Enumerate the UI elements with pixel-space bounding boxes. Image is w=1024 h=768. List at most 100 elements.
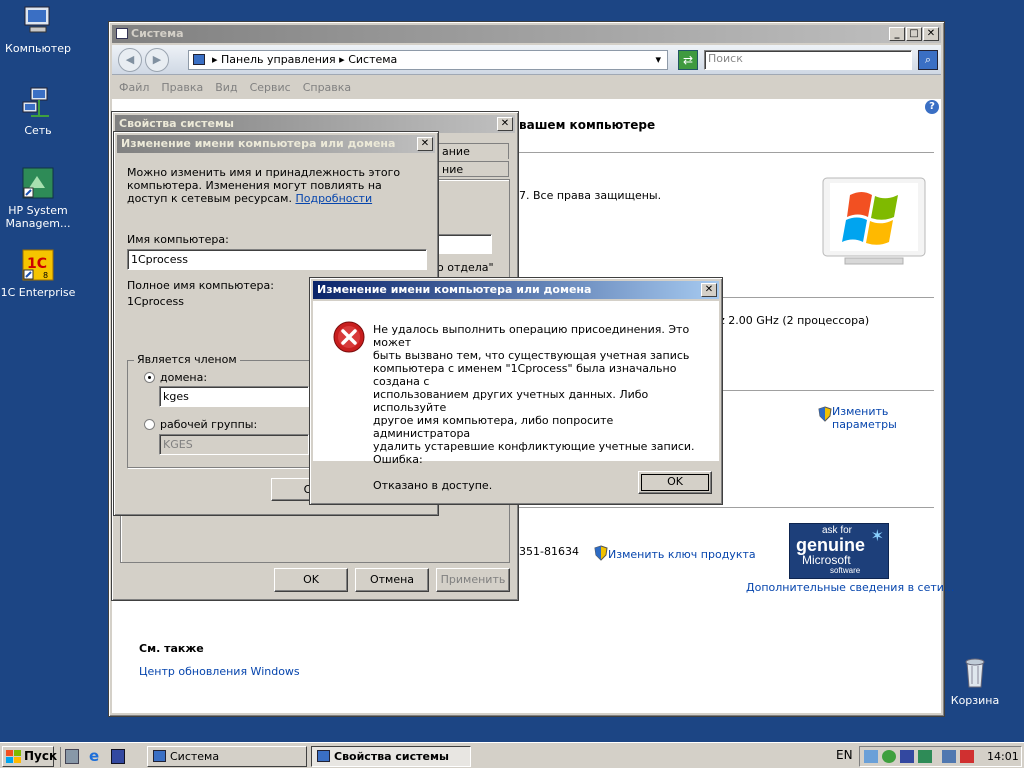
- tray-icon-2[interactable]: [882, 750, 896, 763]
- desktop-icon-label: 1C Enterprise: [0, 286, 76, 299]
- system-tray: 14:01: [859, 746, 1022, 767]
- message-line: Ошибка:: [373, 453, 423, 466]
- hp-system-management-icon: [21, 166, 55, 200]
- desktop-icon-computer[interactable]: Компьютер: [0, 4, 76, 55]
- domain-radio[interactable]: [144, 372, 155, 383]
- ok-button[interactable]: OK: [638, 471, 712, 494]
- help-icon[interactable]: ?: [925, 100, 939, 114]
- breadcrumb-separator: ▸: [335, 53, 349, 66]
- forward-button[interactable]: ▶: [145, 48, 169, 72]
- breadcrumb-system[interactable]: Система: [348, 53, 397, 66]
- workgroup-input[interactable]: KGES: [159, 434, 309, 455]
- message-line: компьютера с именем "1Cprocess" была изн…: [373, 362, 677, 388]
- details-link[interactable]: Подробности: [295, 192, 372, 205]
- tray-icon-6[interactable]: [960, 750, 974, 763]
- description-input[interactable]: [437, 234, 492, 254]
- tab-fragment-label: ние: [442, 163, 464, 176]
- window-title: Система: [131, 27, 184, 40]
- 1c-enterprise-icon: 1C 8: [21, 248, 55, 282]
- chevron-down-icon[interactable]: ▾: [655, 51, 661, 69]
- menu-file[interactable]: Файл: [119, 81, 149, 94]
- language-indicator[interactable]: EN: [836, 748, 853, 762]
- error-content: Не удалось выполнить операцию присоедине…: [313, 301, 719, 492]
- close-button[interactable]: ✕: [417, 137, 433, 151]
- workgroup-radio[interactable]: [144, 419, 155, 430]
- tab-fragment-label: ание: [442, 145, 470, 158]
- more-info-link[interactable]: Дополнительные сведения в сети...: [746, 581, 954, 594]
- genuine-microsoft-badge[interactable]: ask for genuine Microsoft software ✶: [789, 523, 889, 579]
- see-also-title: См. также: [139, 642, 204, 655]
- rename-dialog-titlebar[interactable]: Изменение имени компьютера или домена ✕: [117, 135, 435, 153]
- copyright-fragment: 7. Все права защищены.: [519, 189, 662, 202]
- search-button[interactable]: ⌕: [918, 50, 938, 70]
- save-icon[interactable]: [111, 749, 125, 764]
- taskbar-item-system[interactable]: Система: [147, 746, 307, 767]
- taskbar: Пуск e Система Свойства системы EN 14:01: [0, 742, 1024, 768]
- menu-help[interactable]: Справка: [303, 81, 351, 94]
- windows-flag-icon: [6, 750, 21, 763]
- minimize-button[interactable]: _: [889, 27, 905, 41]
- close-button[interactable]: ✕: [497, 117, 513, 131]
- badge-line-3: Microsoft: [802, 553, 851, 567]
- taskbar-item-system-properties[interactable]: Свойства системы: [311, 746, 471, 767]
- message-line: использованием других учетных данных. Ли…: [373, 388, 649, 414]
- computer-name-input[interactable]: 1Cprocess: [127, 249, 427, 270]
- desktop-icon-recycle-bin[interactable]: Корзина: [937, 656, 1013, 707]
- product-key-fragment: 351-81634: [519, 545, 579, 558]
- desktop-icon-label: Корзина: [950, 694, 1000, 707]
- cpu-fragment: z 2.00 GHz (2 процессора): [719, 314, 870, 327]
- close-button[interactable]: ✕: [701, 283, 717, 297]
- maximize-button[interactable]: □: [906, 27, 922, 41]
- tab-fragment[interactable]: ние: [437, 161, 509, 177]
- tab-fragment[interactable]: ание: [437, 143, 509, 159]
- full-name-value: 1Cprocess: [127, 295, 184, 308]
- menu-view[interactable]: Вид: [215, 81, 237, 94]
- rename-description: Можно изменить имя и принадлежность этог…: [127, 166, 417, 205]
- tray-icon-4[interactable]: [918, 750, 932, 763]
- star-icon: ✶: [870, 528, 884, 545]
- domain-input[interactable]: kges: [159, 386, 309, 407]
- start-label: Пуск: [24, 749, 58, 763]
- cancel-button[interactable]: Отмена: [355, 568, 429, 592]
- menu-edit[interactable]: Правка: [161, 81, 203, 94]
- dialog-title: Свойства системы: [119, 117, 234, 130]
- clock[interactable]: 14:01: [987, 750, 1019, 763]
- divider: [519, 152, 934, 153]
- tray-icon-1[interactable]: [864, 750, 878, 763]
- desktop-icon-hp[interactable]: HP System Managem...: [0, 166, 76, 230]
- back-button[interactable]: ◀: [118, 48, 142, 72]
- heading-fragment: вашем компьютере: [519, 118, 656, 132]
- refresh-button[interactable]: ⇄: [678, 50, 698, 70]
- address-bar[interactable]: ▸ Панель управления ▸ Система ▾: [188, 50, 668, 70]
- tray-icon-3[interactable]: [900, 750, 914, 763]
- breadcrumb-control-panel[interactable]: Панель управления: [221, 53, 336, 66]
- close-button[interactable]: ✕: [923, 27, 939, 41]
- navigation-bar: ◀ ▶ ▸ Панель управления ▸ Система ▾ ⇄ По…: [112, 45, 941, 75]
- domain-label: домена:: [160, 371, 208, 384]
- task-label: Свойства системы: [334, 750, 449, 763]
- windows-logo: [820, 175, 928, 267]
- desktop-icon-network[interactable]: Сеть: [0, 86, 76, 137]
- tray-icon-5[interactable]: [942, 750, 956, 763]
- desktop-icon-1c[interactable]: 1C 8 1C Enterprise: [0, 248, 76, 299]
- shield-icon: [594, 545, 608, 561]
- menu-bar: Файл Правка Вид Сервис Справка: [112, 77, 941, 99]
- change-key-link[interactable]: Изменить ключ продукта: [594, 545, 756, 561]
- recycle-bin-icon: [958, 656, 992, 690]
- apply-button[interactable]: Применить: [436, 568, 510, 592]
- workgroup-label: рабочей группы:: [160, 418, 258, 431]
- shield-icon: [818, 406, 832, 422]
- server-manager-icon[interactable]: [65, 749, 79, 764]
- menu-tools[interactable]: Сервис: [250, 81, 291, 94]
- internet-explorer-icon[interactable]: e: [89, 748, 99, 764]
- change-params-link[interactable]: Изменить параметры: [818, 405, 928, 431]
- start-button[interactable]: Пуск: [2, 746, 58, 767]
- member-of-label: Является членом: [134, 353, 240, 366]
- message-line: удалить устаревшие конфликтующие учетные…: [373, 440, 695, 453]
- error-dialog-titlebar[interactable]: Изменение имени компьютера или домена ✕: [313, 281, 719, 299]
- ok-button[interactable]: OK: [274, 568, 348, 592]
- windows-update-link[interactable]: Центр обновления Windows: [139, 665, 300, 678]
- system-window-titlebar[interactable]: Система _ □ ✕: [112, 25, 941, 43]
- search-input[interactable]: Поиск: [704, 50, 912, 70]
- network-icon: [21, 86, 55, 120]
